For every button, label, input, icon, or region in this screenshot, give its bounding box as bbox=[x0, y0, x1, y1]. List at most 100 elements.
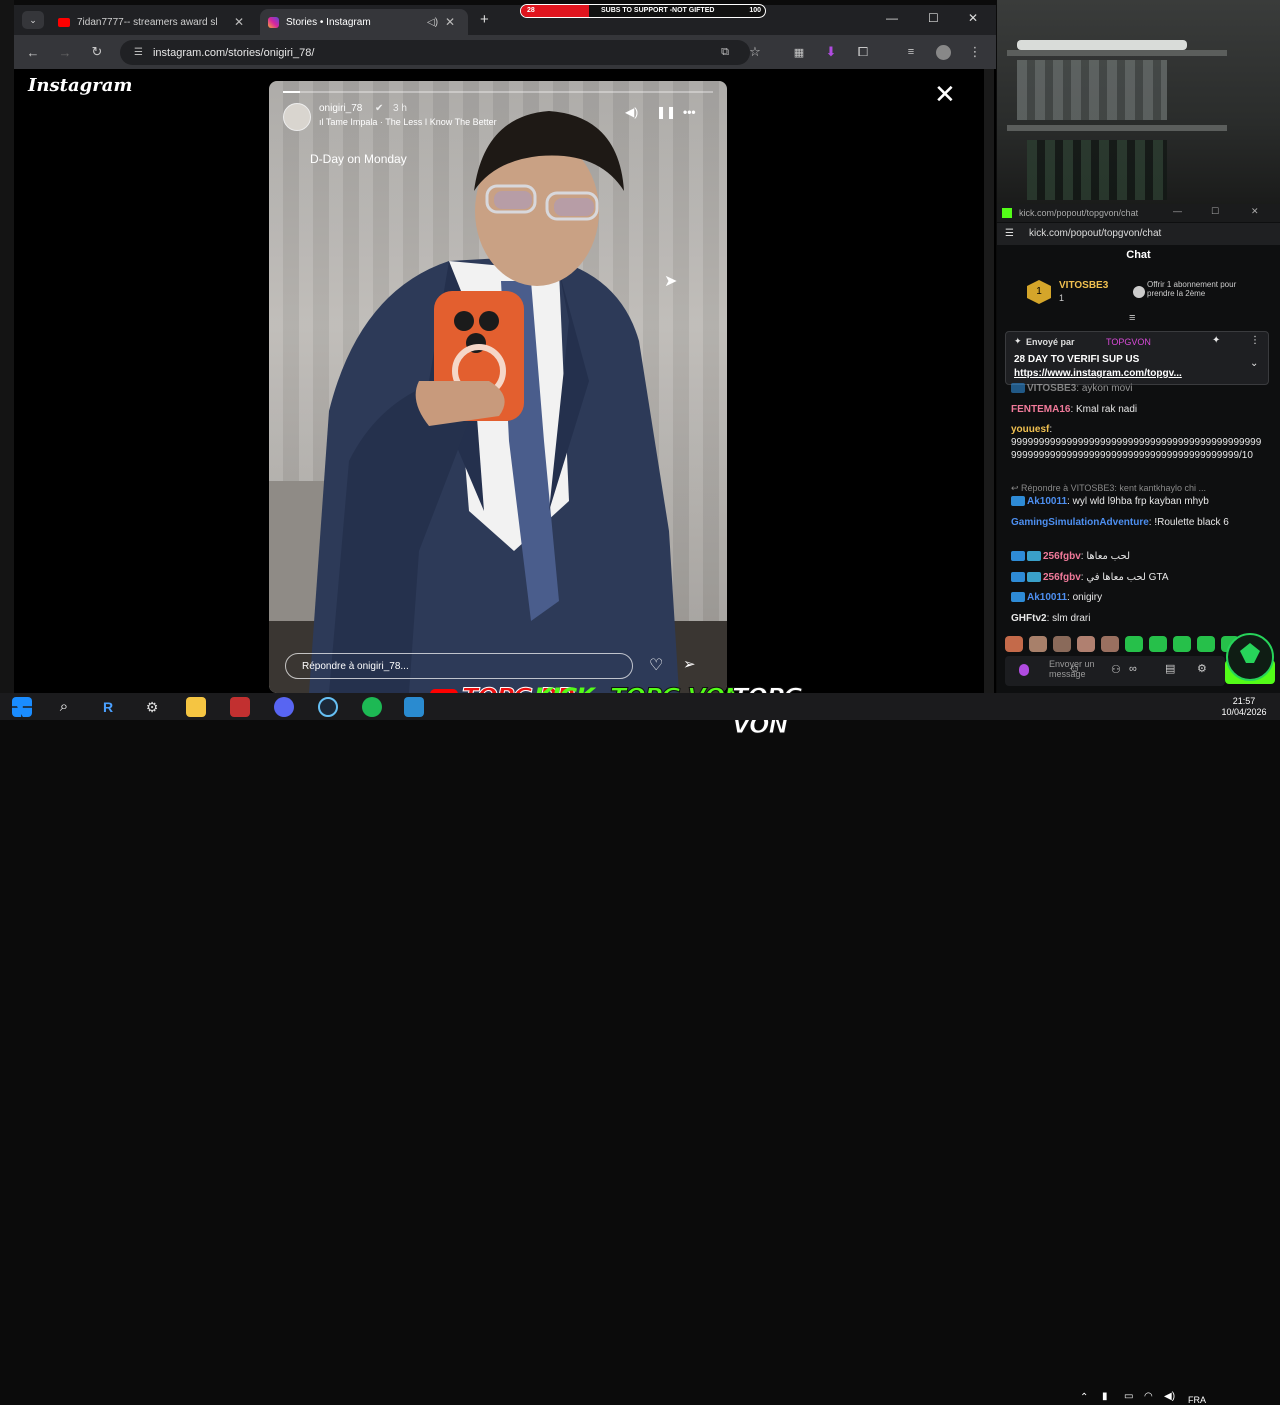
close-story-icon[interactable]: ✕ bbox=[934, 79, 956, 110]
pinned-link[interactable]: https://www.instagram.com/topgv... bbox=[1014, 368, 1182, 379]
search-icon[interactable]: ⌕ bbox=[54, 697, 74, 717]
pinned-message[interactable]: ✦ Envoyé par TOPGVON ✦ ⋮ 28 DAY TO VERIF… bbox=[1005, 331, 1269, 385]
minimize-icon[interactable]: — bbox=[886, 11, 898, 25]
story-username[interactable]: onigiri_78 bbox=[319, 103, 362, 114]
webcam-feed bbox=[997, 0, 1280, 205]
chat-username[interactable]: Ak10011 bbox=[1027, 496, 1067, 507]
chat-message[interactable]: GHFtv2: slm drari bbox=[1011, 612, 1263, 625]
menu-icon[interactable]: ⋮ bbox=[964, 41, 986, 63]
voice-changer-icon[interactable] bbox=[230, 697, 250, 717]
story-viewer[interactable]: onigiri_78 ✔ 3 h ıl Tame Impala · The Le… bbox=[269, 81, 727, 693]
fridge-light bbox=[1017, 40, 1187, 50]
profile-avatar[interactable] bbox=[932, 41, 954, 63]
emote-icon[interactable] bbox=[1197, 636, 1215, 652]
more-options-icon[interactable]: ••• bbox=[683, 105, 696, 119]
file-explorer-icon[interactable] bbox=[186, 697, 206, 717]
author-avatar[interactable] bbox=[283, 103, 311, 131]
download-extension-icon[interactable]: ⬇ bbox=[820, 41, 842, 63]
expand-icon[interactable]: ⌄ bbox=[1250, 358, 1258, 369]
chat-username[interactable]: 256fgbv bbox=[1043, 551, 1081, 562]
chat-message[interactable]: Ak10011: onigiry bbox=[1011, 591, 1263, 604]
language-indicator[interactable]: FRA bbox=[1188, 1395, 1206, 1405]
scrollbar[interactable] bbox=[984, 69, 994, 693]
sub-gift-card[interactable]: 1 VITOSBE3 1 Offrir 1 abonnement pour pr… bbox=[1027, 278, 1267, 310]
more-options-icon[interactable]: ⋮ bbox=[1250, 335, 1260, 346]
site-info-icon[interactable]: ☰ bbox=[134, 47, 143, 58]
install-app-icon[interactable]: ⧉ bbox=[714, 41, 736, 63]
chat-username[interactable]: VITOSBE3 bbox=[1027, 383, 1076, 394]
chat-input[interactable]: Envoyer un message ☺ ⚇ ∞ ▤ ⚙ bbox=[1005, 656, 1225, 686]
sound-icon[interactable]: ◀) bbox=[625, 105, 638, 119]
reload-icon[interactable]: ↻ bbox=[86, 41, 108, 63]
back-icon[interactable]: ← bbox=[22, 41, 44, 63]
media-control-icon[interactable]: ≡ bbox=[900, 41, 922, 63]
chat-message[interactable]: Ak10011: wyl wld l9hba frp kayban mhyb bbox=[1011, 495, 1263, 508]
audio-playing-icon[interactable]: ◁) bbox=[427, 17, 438, 28]
chat-username[interactable]: Ak10011 bbox=[1027, 592, 1067, 603]
close-tab-icon[interactable]: ✕ bbox=[445, 15, 455, 29]
chat-message[interactable]: 256fgbv: لحب معاها bbox=[1011, 550, 1263, 563]
bookmark-star-icon[interactable]: ☆ bbox=[744, 41, 766, 63]
emote-icon[interactable] bbox=[1101, 636, 1119, 652]
taskbar-clock[interactable]: 21:57 10/04/2026 bbox=[1218, 696, 1270, 718]
chat-message[interactable]: GamingSimulationAdventure: !Roulette bla… bbox=[1011, 516, 1263, 529]
store-icon[interactable]: ▤ bbox=[1165, 662, 1175, 675]
volume-icon[interactable]: ◀) bbox=[1164, 1391, 1175, 1402]
send-icon[interactable]: ➢ bbox=[683, 655, 696, 673]
chat-username[interactable]: 256fgbv bbox=[1043, 572, 1081, 583]
story-music[interactable]: ıl Tame Impala · The Less I Know The Bet… bbox=[319, 117, 497, 127]
usb-icon[interactable]: ▮ bbox=[1102, 1391, 1108, 1402]
unpin-icon[interactable]: ✦ bbox=[1212, 335, 1220, 346]
settings-gear-icon[interactable]: ⚙ bbox=[1197, 662, 1207, 675]
users-icon[interactable]: ⚇ bbox=[1111, 663, 1121, 676]
maximize-icon[interactable]: ☐ bbox=[1211, 206, 1219, 217]
steam-icon[interactable] bbox=[318, 697, 338, 717]
emote-icon[interactable] bbox=[1005, 636, 1023, 652]
emote-icon[interactable] bbox=[1149, 636, 1167, 652]
chat-username[interactable]: youuesf bbox=[1011, 424, 1049, 435]
emote-icon[interactable] bbox=[1053, 636, 1071, 652]
like-heart-icon[interactable]: ♡ bbox=[649, 655, 663, 675]
chat-message[interactable]: youuesf: 99999999999999999999999999999999… bbox=[1011, 423, 1263, 462]
new-tab-button[interactable]: + bbox=[480, 11, 489, 28]
chat-username[interactable]: GamingSimulationAdventure bbox=[1011, 517, 1149, 528]
tab-search-button[interactable]: ⌄ bbox=[22, 11, 44, 29]
minimize-icon[interactable]: — bbox=[1173, 206, 1182, 216]
discord-icon[interactable] bbox=[274, 697, 294, 717]
emote-icon[interactable] bbox=[1077, 636, 1095, 652]
forward-icon[interactable]: → bbox=[54, 41, 76, 63]
pause-icon[interactable]: ❚❚ bbox=[656, 105, 676, 119]
chat-username[interactable]: GHFtv2 bbox=[1011, 613, 1047, 624]
address-bar[interactable]: ☰ instagram.com/stories/onigiri_78/ bbox=[120, 40, 750, 65]
chat-message[interactable]: VITOSBE3: aykon movi bbox=[1011, 382, 1263, 395]
spotify-icon[interactable] bbox=[362, 697, 382, 717]
emote-icon[interactable] bbox=[1173, 636, 1191, 652]
scroll-to-latest-icon[interactable]: ≡ bbox=[1129, 312, 1135, 324]
chevron-up-icon[interactable]: ⌃ bbox=[1080, 1392, 1088, 1403]
windows-start-icon[interactable] bbox=[12, 697, 32, 717]
tab-instagram-stories[interactable]: Stories • Instagram ◁) ✕ bbox=[260, 9, 468, 35]
network-icon[interactable]: ▭ bbox=[1124, 1391, 1133, 1402]
link-icon[interactable]: ∞ bbox=[1129, 663, 1137, 675]
chat-message[interactable]: FENTEMA16: Kmal rak nadi bbox=[1011, 403, 1263, 416]
extension-icon[interactable]: ▦ bbox=[788, 41, 810, 63]
app-icon[interactable]: R bbox=[98, 697, 118, 717]
app-icon[interactable]: ⚙ bbox=[142, 697, 162, 717]
maximize-icon[interactable]: ☐ bbox=[928, 11, 939, 25]
app-icon[interactable] bbox=[404, 697, 424, 717]
chat-username[interactable]: FENTEMA16 bbox=[1011, 404, 1070, 415]
close-window-icon[interactable]: ✕ bbox=[968, 11, 978, 25]
emote-icon[interactable] bbox=[1029, 636, 1047, 652]
wifi-icon[interactable]: ◠ bbox=[1144, 1391, 1153, 1402]
kick-address-bar[interactable]: ☰ kick.com/popout/topgvon/chat bbox=[997, 223, 1280, 245]
mic-icon[interactable] bbox=[1019, 664, 1029, 676]
emote-icon[interactable] bbox=[1125, 636, 1143, 652]
chat-message[interactable]: 256fgbv: لحب معاها في GTA bbox=[1011, 571, 1263, 584]
instagram-logo[interactable]: Instagram bbox=[28, 75, 132, 96]
reply-input[interactable]: Répondre à onigiri_78... bbox=[285, 653, 633, 679]
extensions-puzzle-icon[interactable]: ⧠ bbox=[852, 41, 874, 63]
emoji-icon[interactable]: ☺ bbox=[1069, 663, 1080, 675]
tab-streamers-award[interactable]: 7idan7777-- streamers award sl ✕ bbox=[50, 9, 256, 35]
close-tab-icon[interactable]: ✕ bbox=[234, 15, 244, 29]
close-window-icon[interactable]: ✕ bbox=[1251, 206, 1259, 217]
